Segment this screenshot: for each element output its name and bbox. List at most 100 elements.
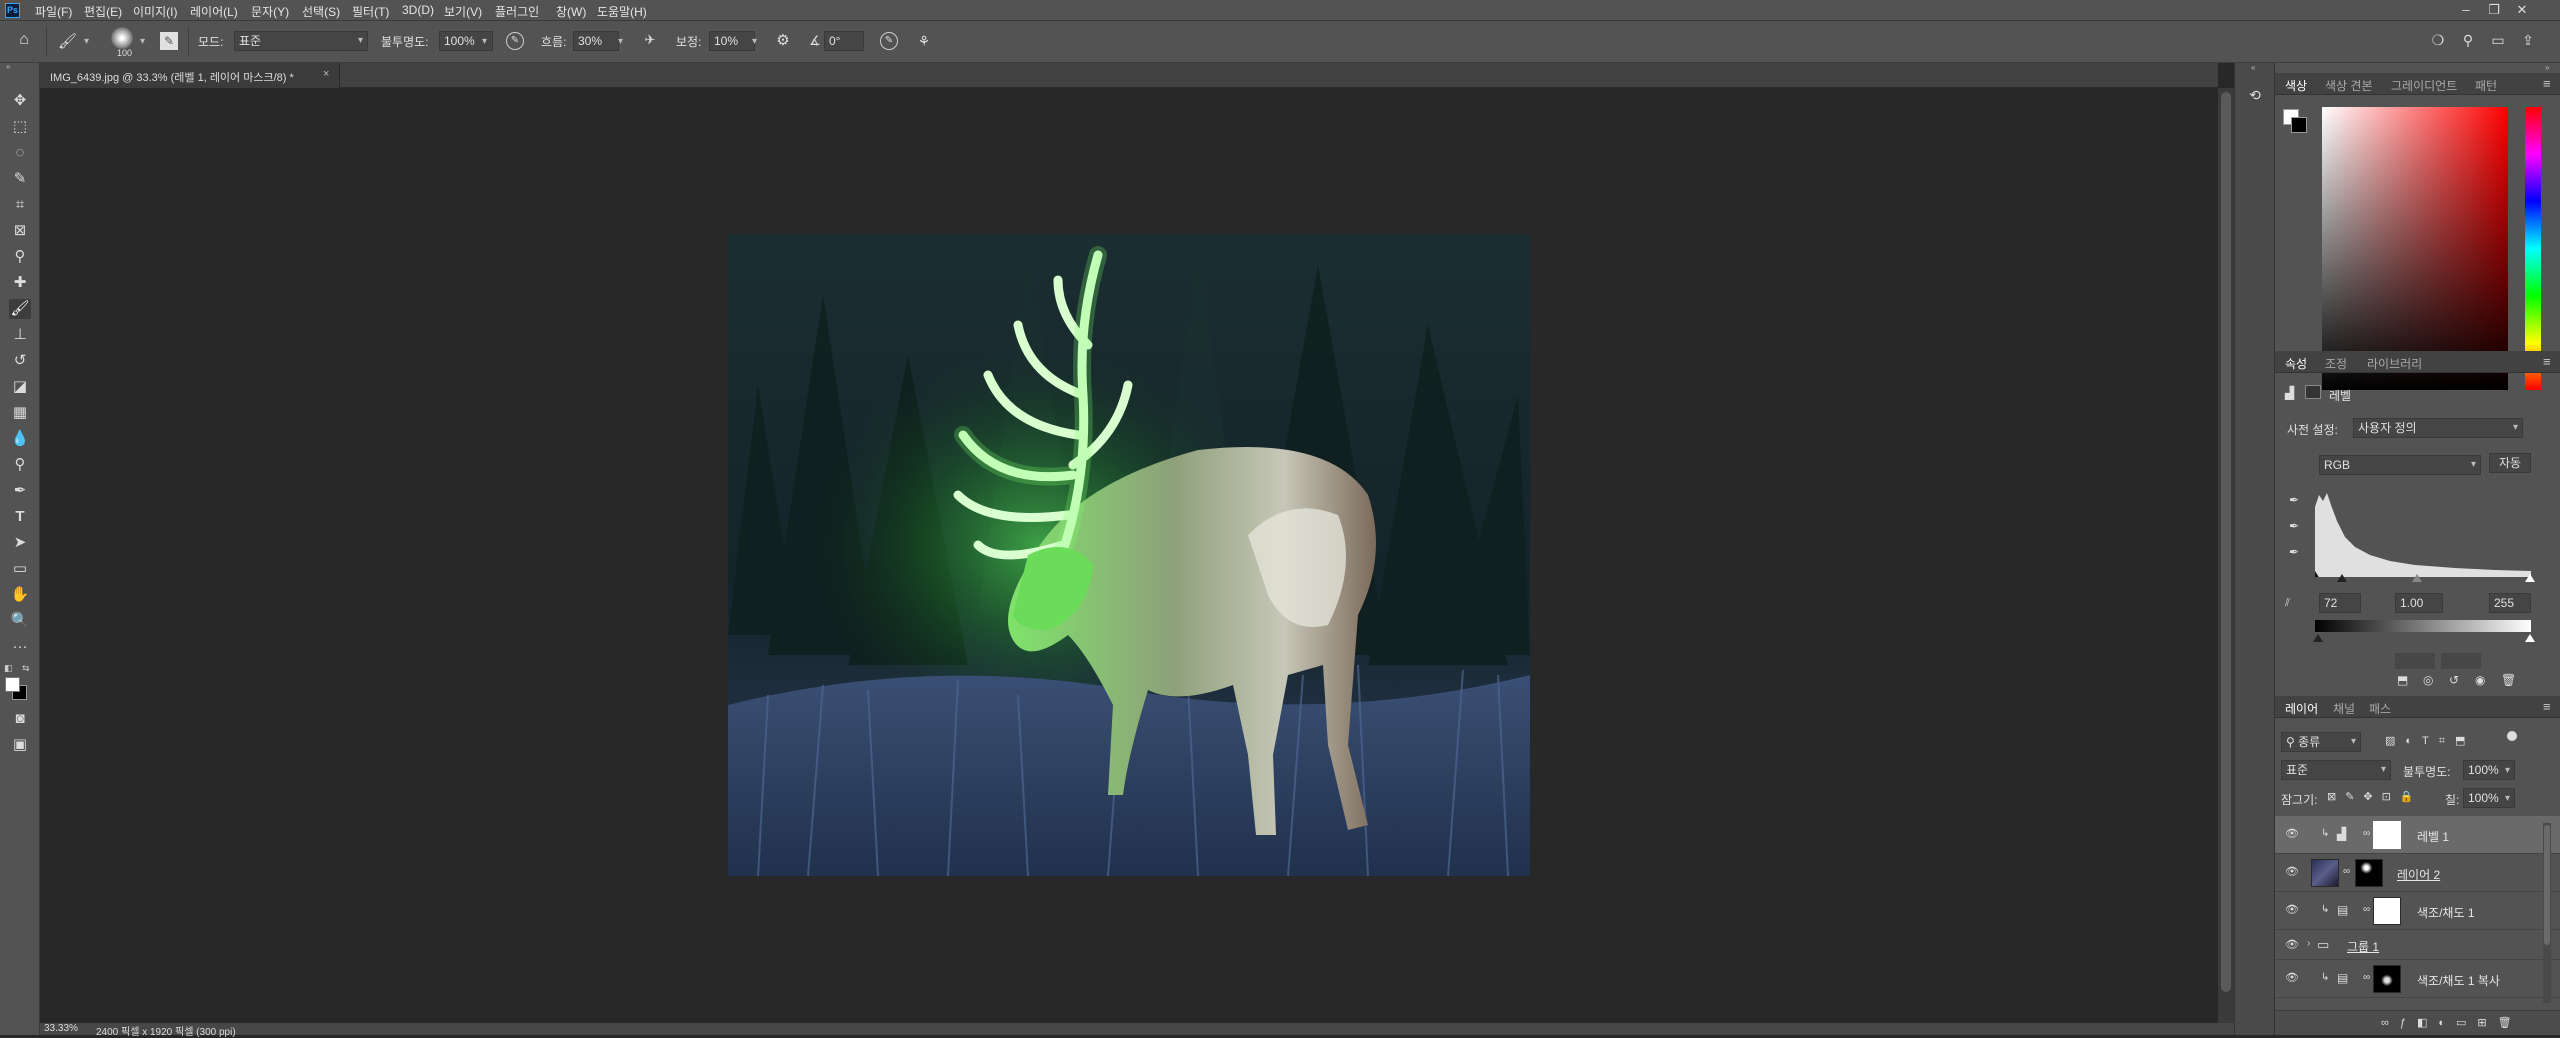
color-panel-menu-icon[interactable]: ≡ [2543, 76, 2551, 91]
toggle-visibility-icon[interactable]: ◉ [2475, 673, 2485, 687]
layer-name[interactable]: 레이어 2 [2397, 866, 2440, 883]
expand-panels-icon[interactable]: « [2251, 63, 2255, 72]
menu-edit[interactable]: 편집(E) [84, 3, 122, 20]
home-icon[interactable]: ⌂ [14, 31, 34, 51]
color-picker-field[interactable] [2322, 107, 2508, 390]
gamma-slider[interactable] [2412, 574, 2422, 582]
layer-mask-thumbnail[interactable] [2373, 897, 2401, 925]
black-eyedropper-icon[interactable]: ✒ [2289, 493, 2299, 507]
brush-tool-icon[interactable]: 🖌 [58, 32, 77, 50]
menu-select[interactable]: 선택(S) [302, 3, 340, 20]
share-icon[interactable]: ⇪ [2518, 32, 2538, 52]
close-icon[interactable]: ✕ [2512, 1, 2532, 19]
layers-scroll-thumb[interactable] [2544, 825, 2550, 945]
tab-libraries[interactable]: 라이브러리 [2367, 355, 2422, 372]
more-tools-icon[interactable]: ··· [9, 637, 31, 657]
levels-histogram[interactable] [2315, 487, 2531, 577]
pressure-opacity-icon[interactable]: ✎ [506, 32, 524, 50]
zoom-tool-icon[interactable]: 🔍 [9, 611, 31, 631]
link-icon[interactable]: ∞ [2363, 972, 2370, 983]
eyedropper-tool-icon[interactable]: ⚲ [9, 247, 31, 267]
output-black-field[interactable] [2395, 653, 2435, 669]
menu-file[interactable]: 파일(F) [35, 3, 72, 20]
brush-preview-icon[interactable] [111, 27, 133, 49]
foreground-color-swatch[interactable] [5, 677, 20, 692]
tab-channels[interactable]: 채널 [2333, 700, 2355, 717]
blur-tool-icon[interactable]: 💧 [9, 429, 31, 449]
input-gamma-field[interactable]: 1.00 [2395, 593, 2443, 613]
layer-opacity-caret-icon[interactable]: ▾ [2505, 765, 2510, 776]
visibility-eye-icon[interactable]: 👁 [2285, 829, 2299, 840]
crop-tool-icon[interactable]: ⌗ [9, 195, 31, 215]
layers-menu-icon[interactable]: ≡ [2543, 699, 2551, 714]
quick-mask-icon[interactable]: ◙ [9, 709, 31, 729]
menu-window[interactable]: 창(W) [556, 3, 586, 20]
output-white-field[interactable] [2441, 653, 2481, 669]
fill-caret-icon[interactable]: ▾ [2505, 793, 2510, 804]
visibility-eye-icon[interactable]: 👁 [2285, 973, 2299, 984]
menu-type[interactable]: 문자(Y) [251, 3, 289, 20]
auto-button[interactable]: 자동 [2489, 453, 2531, 473]
healing-tool-icon[interactable]: ✚ [9, 273, 31, 293]
layer-name[interactable]: 레벨 1 [2417, 828, 2449, 845]
scroll-thumb[interactable] [2221, 92, 2231, 992]
airbrush-icon[interactable]: ✈ [641, 32, 659, 50]
hand-tool-icon[interactable]: ✋ [9, 585, 31, 605]
move-tool-icon[interactable]: ✥ [9, 91, 31, 111]
visibility-eye-icon[interactable]: 👁 [2285, 905, 2299, 916]
input-black-field[interactable]: 72 [2319, 593, 2361, 613]
view-previous-icon[interactable]: ◎ [2423, 673, 2433, 687]
filter-toggle-icon[interactable] [2507, 731, 2517, 741]
screen-mode-icon[interactable]: ▣ [9, 735, 31, 755]
channel-select[interactable]: RGB ▾ [2319, 455, 2481, 475]
brush-tool-icon[interactable]: 🖌 [9, 299, 31, 319]
tab-swatches[interactable]: 색상 견본 [2325, 77, 2373, 94]
quick-select-tool-icon[interactable]: ✎ [9, 169, 31, 189]
symmetry-icon[interactable]: ⚘ [914, 32, 934, 50]
tool-preset-caret-icon[interactable]: ▾ [84, 36, 89, 47]
layer-name[interactable]: 색조/채도 1 [2417, 904, 2475, 921]
layer-filter-select[interactable]: ⚲ 종류 ▾ [2281, 732, 2361, 752]
default-colors-icon[interactable]: ◧ [4, 663, 13, 674]
history-brush-tool-icon[interactable]: ↺ [9, 351, 31, 371]
smoothing-options-gear-icon[interactable]: ⚙ [774, 32, 792, 50]
marquee-tool-icon[interactable]: ⬚ [9, 117, 31, 137]
menu-plugins[interactable]: 플러그인 [495, 3, 539, 20]
link-icon[interactable]: ∞ [2363, 904, 2370, 915]
menu-layer[interactable]: 레이어(L) [190, 3, 238, 20]
mask-icon[interactable] [2305, 385, 2321, 399]
layer-footer-icons[interactable]: ∞ƒ◧◐▭⊞🗑 [2381, 1016, 2523, 1029]
white-eyedropper-icon[interactable]: ✒ [2289, 545, 2299, 559]
output-black-slider[interactable] [2313, 634, 2323, 642]
output-white-slider[interactable] [2525, 634, 2535, 642]
gray-eyedropper-icon[interactable]: ✒ [2289, 519, 2299, 533]
clip-to-layer-icon[interactable]: ⬒ [2397, 673, 2408, 687]
tab-properties[interactable]: 속성 [2285, 355, 2307, 372]
menu-3d[interactable]: 3D(D) [402, 3, 434, 17]
input-white-field[interactable]: 255 [2489, 593, 2531, 613]
layer-row[interactable]: 👁 ∞ 레이어 2 [2275, 854, 2560, 892]
collapse-toolbar-icon[interactable]: » [6, 62, 10, 71]
menu-help[interactable]: 도움말(H) [597, 3, 647, 20]
menu-filter[interactable]: 필터(T) [352, 3, 389, 20]
layer-mask-thumbnail[interactable] [2373, 965, 2401, 993]
eraser-tool-icon[interactable]: ◪ [9, 377, 31, 397]
minimize-icon[interactable]: – [2456, 1, 2476, 19]
layer-name[interactable]: 그룹 1 [2347, 938, 2379, 955]
menu-view[interactable]: 보기(V) [444, 3, 482, 20]
frame-tool-icon[interactable]: ⊠ [9, 221, 31, 241]
dodge-tool-icon[interactable]: ⚲ [9, 455, 31, 475]
history-panel-icon[interactable]: ⟲ [2245, 87, 2265, 107]
layer-row[interactable]: 👁 ↳ ▤ ∞ 색조/채도 1 [2275, 892, 2560, 930]
layer-row[interactable]: 👁 › ▭ 그룹 1 [2275, 930, 2560, 960]
visibility-eye-icon[interactable]: 👁 [2285, 867, 2299, 878]
brush-settings-icon[interactable]: ✎ [160, 32, 178, 50]
reset-icon[interactable]: ↺ [2449, 673, 2459, 687]
tab-paths[interactable]: 패스 [2369, 700, 2391, 717]
hue-slider[interactable] [2525, 107, 2541, 390]
path-select-tool-icon[interactable]: ➤ [9, 533, 31, 553]
link-icon[interactable]: ∞ [2363, 828, 2370, 839]
layers-scrollbar[interactable] [2543, 823, 2551, 1003]
tab-gradients[interactable]: 그레이디언트 [2391, 77, 2457, 94]
properties-menu-icon[interactable]: ≡ [2543, 354, 2551, 369]
